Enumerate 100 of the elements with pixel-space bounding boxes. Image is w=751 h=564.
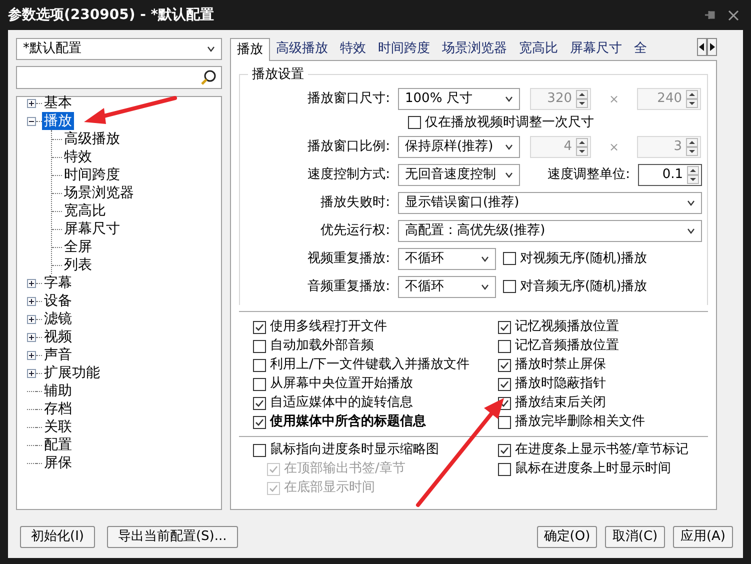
dropdown[interactable]: 高配置：高优先级(推荐) xyxy=(398,220,702,242)
checkbox[interactable] xyxy=(498,444,511,456)
checkbox[interactable] xyxy=(503,280,516,293)
checkbox[interactable] xyxy=(253,444,266,456)
checkbox[interactable] xyxy=(253,320,266,334)
tab[interactable]: 高级播放 xyxy=(270,38,334,60)
option-label: 鼠标指向进度条时显示缩略图 xyxy=(270,441,439,460)
chevron-down-icon xyxy=(505,96,513,102)
tab[interactable]: 全 xyxy=(628,38,653,60)
spin-field[interactable]: 0.1 xyxy=(638,164,702,186)
tree-item[interactable]: 屏保 xyxy=(42,454,74,472)
expand-icon[interactable] xyxy=(27,368,36,378)
checkbox[interactable] xyxy=(498,378,511,390)
expand-icon[interactable] xyxy=(27,314,36,324)
tree-item[interactable]: 滤镜 xyxy=(42,310,74,328)
tab[interactable]: 屏幕尺寸 xyxy=(564,38,628,60)
field-label: 速度调整单位: xyxy=(546,166,631,184)
tree-item[interactable]: 全屏 xyxy=(62,236,94,258)
field-label: 音频重复播放: xyxy=(306,278,391,296)
option-label: 从屏幕中央位置开始播放 xyxy=(270,375,413,394)
field-label: 优先运行权: xyxy=(320,222,391,240)
search-field[interactable] xyxy=(16,66,222,89)
tree-item[interactable]: 基本 xyxy=(42,94,74,112)
profile-dropdown[interactable]: *默认配置 xyxy=(16,38,222,60)
option-label: 播放时隐蔽指针 xyxy=(515,375,606,394)
checkbox[interactable] xyxy=(253,340,266,352)
tree-item[interactable]: 存档 xyxy=(42,400,74,418)
tree-item[interactable]: 特效 xyxy=(62,146,94,168)
right-triangle-icon xyxy=(709,43,715,51)
times-sign: × xyxy=(608,138,620,156)
tab[interactable]: 场景浏览器 xyxy=(436,38,513,60)
tree-item[interactable]: 字幕 xyxy=(42,274,74,292)
checkbox[interactable] xyxy=(498,320,511,334)
checkbox[interactable] xyxy=(253,416,266,428)
checkbox[interactable] xyxy=(253,358,266,372)
dialog-button[interactable]: 应用(A) xyxy=(673,526,733,548)
tab-scroll-right-button[interactable] xyxy=(707,38,717,56)
chevron-down-icon xyxy=(481,256,489,262)
checkbox[interactable] xyxy=(498,462,511,476)
dropdown[interactable]: 不循环 xyxy=(398,248,496,270)
option-label: 播放时禁止屏保 xyxy=(515,356,606,374)
expand-icon[interactable] xyxy=(27,296,36,306)
field-label: 速度控制方式: xyxy=(306,166,391,184)
checkbox[interactable] xyxy=(498,358,511,372)
field-label: 播放窗口比例: xyxy=(306,138,391,156)
tree-item[interactable]: 关联 xyxy=(42,418,74,436)
collapse-icon[interactable] xyxy=(27,116,36,126)
checkbox[interactable] xyxy=(253,396,266,410)
tree-item[interactable]: 配置 xyxy=(42,436,74,454)
option-label: 播放完毕删除相关文件 xyxy=(515,413,645,432)
option-label: 对音频无序(随机)播放 xyxy=(520,278,648,296)
close-icon[interactable] xyxy=(728,10,739,20)
option-label: 使用媒体中所含的标题信息 xyxy=(270,413,426,432)
search-icon[interactable] xyxy=(200,69,217,86)
chevron-down-icon xyxy=(505,144,513,150)
checkbox[interactable] xyxy=(253,378,266,390)
expand-icon[interactable] xyxy=(27,98,36,108)
dropdown[interactable]: 无回音速度控制 xyxy=(398,164,520,186)
spin-arrows-icon[interactable] xyxy=(687,166,699,184)
dropdown[interactable]: 显示错误窗口(推荐) xyxy=(398,192,702,214)
option-label: 在顶部输出书签/章节 xyxy=(284,460,406,478)
option-label: 记忆音频播放位置 xyxy=(515,337,619,356)
checkbox[interactable] xyxy=(503,252,516,265)
tab[interactable]: 宽高比 xyxy=(513,38,564,60)
tab[interactable]: 特效 xyxy=(334,38,372,60)
tab[interactable]: 播放 xyxy=(230,38,270,61)
tree-item[interactable]: 辅助 xyxy=(42,382,74,400)
option-label: 自适应媒体中的旋转信息 xyxy=(270,394,413,412)
tree-item[interactable]: 屏幕尺寸 xyxy=(62,218,122,240)
tree-item[interactable]: 列表 xyxy=(62,254,94,276)
checkbox[interactable] xyxy=(498,340,511,352)
tab-scroll-left-button[interactable] xyxy=(697,38,707,56)
dialog-button[interactable]: 取消(C) xyxy=(605,526,665,548)
chevron-down-icon xyxy=(687,200,695,206)
tree-item[interactable]: 声音 xyxy=(42,346,74,364)
option-label: 鼠标在进度条上时显示时间 xyxy=(515,460,671,478)
tree-item[interactable]: 视频 xyxy=(42,328,74,346)
times-sign: × xyxy=(608,90,620,108)
window-title: 参数选项(230905) - *默认配置 xyxy=(8,6,214,24)
expand-icon[interactable] xyxy=(27,332,36,342)
tree-item[interactable]: 场景浏览器 xyxy=(62,182,136,204)
tree-item[interactable]: 设备 xyxy=(42,292,74,310)
chevron-down-icon xyxy=(687,228,695,234)
expand-icon[interactable] xyxy=(27,350,36,360)
tree-item[interactable]: 宽高比 xyxy=(62,200,108,222)
tree-item[interactable]: 高级播放 xyxy=(62,128,122,150)
group-title: 播放设置 xyxy=(251,66,305,84)
expand-icon[interactable] xyxy=(27,278,36,288)
dropdown[interactable]: 不循环 xyxy=(398,276,496,298)
footer-button[interactable]: 导出当前配置(S)... xyxy=(106,526,238,548)
tree-item[interactable]: 时间跨度 xyxy=(62,164,122,186)
checkbox[interactable] xyxy=(498,416,511,428)
checkbox[interactable] xyxy=(408,116,421,129)
tree-item[interactable]: 播放 xyxy=(42,112,74,130)
footer-button[interactable]: 初始化(I) xyxy=(20,526,95,548)
tree-item[interactable]: 扩展功能 xyxy=(42,364,102,382)
field-label: 播放窗口尺寸: xyxy=(306,90,391,108)
tab[interactable]: 时间跨度 xyxy=(372,38,436,60)
dialog-button[interactable]: 确定(O) xyxy=(537,526,597,548)
pin-icon[interactable] xyxy=(704,9,716,21)
